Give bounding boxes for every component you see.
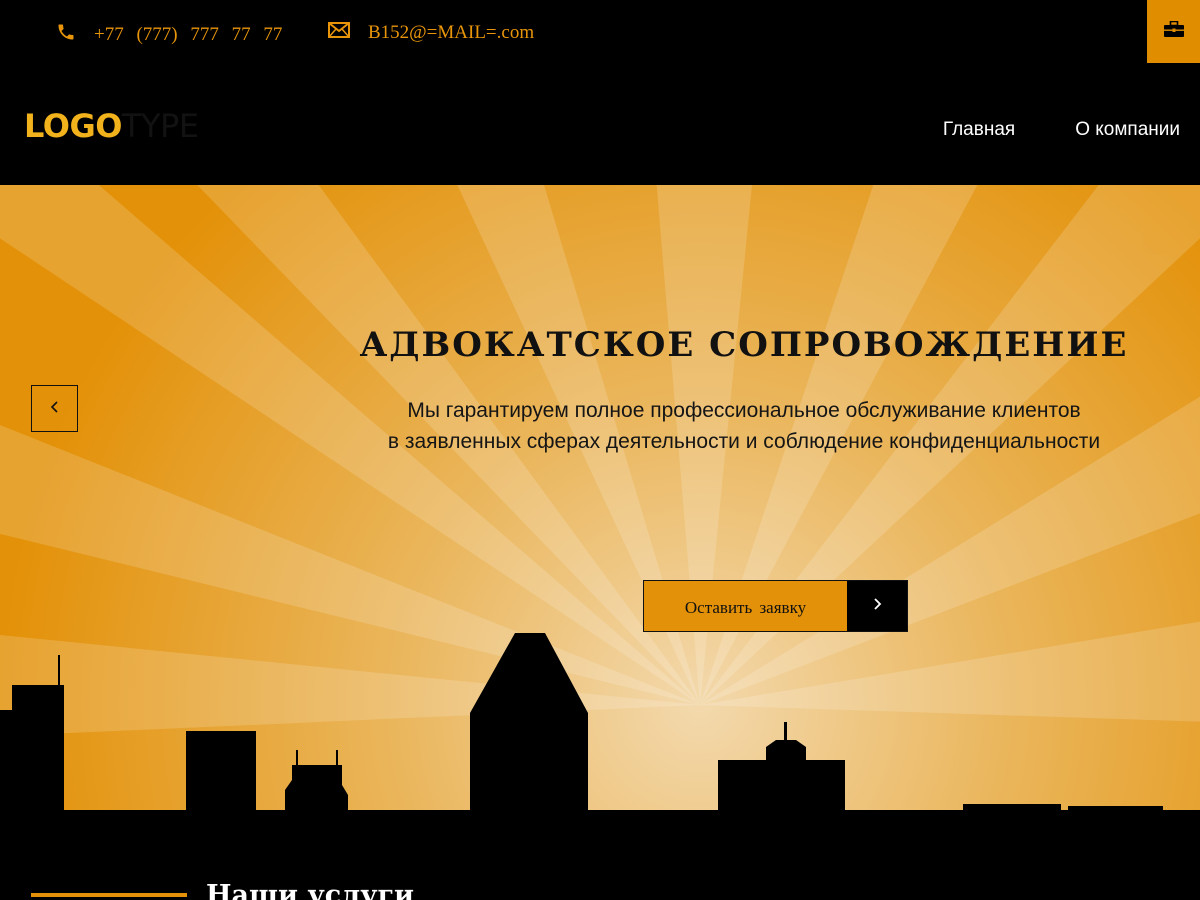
briefcase-icon xyxy=(1163,20,1184,42)
chevron-left-icon xyxy=(50,400,60,418)
hero-slider: АДВОКАТСКОЕ СОПРОВОЖДЕНИЕ Мы гарантируем… xyxy=(0,185,1200,810)
logo[interactable]: LOGOTYPE xyxy=(24,107,199,145)
request-button-arrow[interactable] xyxy=(847,581,907,631)
phone-number[interactable]: +77 (777) 777 77 77 xyxy=(94,24,282,46)
services-section: Наши услуги xyxy=(0,810,1200,900)
briefcase-button[interactable] xyxy=(1147,0,1200,63)
hero-subtitle-line-1: Мы гарантируем полное профессиональное о… xyxy=(407,399,1081,422)
nav-item-about[interactable]: О компании xyxy=(1075,119,1180,141)
phone-icon xyxy=(56,22,76,48)
request-button-label[interactable]: Оставить заявку xyxy=(644,581,847,631)
phone-contact[interactable]: +77 (777) 777 77 77 xyxy=(56,22,282,48)
nav-item-home[interactable]: Главная xyxy=(943,119,1015,141)
envelope-icon xyxy=(328,22,350,44)
services-title: Наши услуги xyxy=(206,880,415,900)
email-address[interactable]: B152@=MAIL=.com xyxy=(368,22,534,44)
hero-title: АДВОКАТСКОЕ СОПРОВОЖДЕНИЕ xyxy=(359,325,1129,365)
slider-prev-button[interactable] xyxy=(31,385,78,432)
logo-bold-text: LOGO xyxy=(24,107,122,145)
chevron-right-icon xyxy=(872,597,882,615)
hero-subtitle-line-2: в заявленных сферах деятельности и соблю… xyxy=(387,430,1101,453)
hero-background-image xyxy=(0,185,1200,810)
main-nav: Главная О компании xyxy=(943,119,1180,141)
request-button[interactable]: Оставить заявку xyxy=(643,580,908,632)
section-divider xyxy=(31,893,187,897)
hero-subtitle: Мы гарантируем полное профессиональное о… xyxy=(288,395,1200,457)
logo-light-text: TYPE xyxy=(121,107,199,145)
top-bar: +77 (777) 777 77 77 B152@=MAIL=.com xyxy=(0,0,1200,75)
site-header: LOGOTYPE Главная О компании xyxy=(0,75,1200,185)
email-contact[interactable]: B152@=MAIL=.com xyxy=(328,22,534,44)
